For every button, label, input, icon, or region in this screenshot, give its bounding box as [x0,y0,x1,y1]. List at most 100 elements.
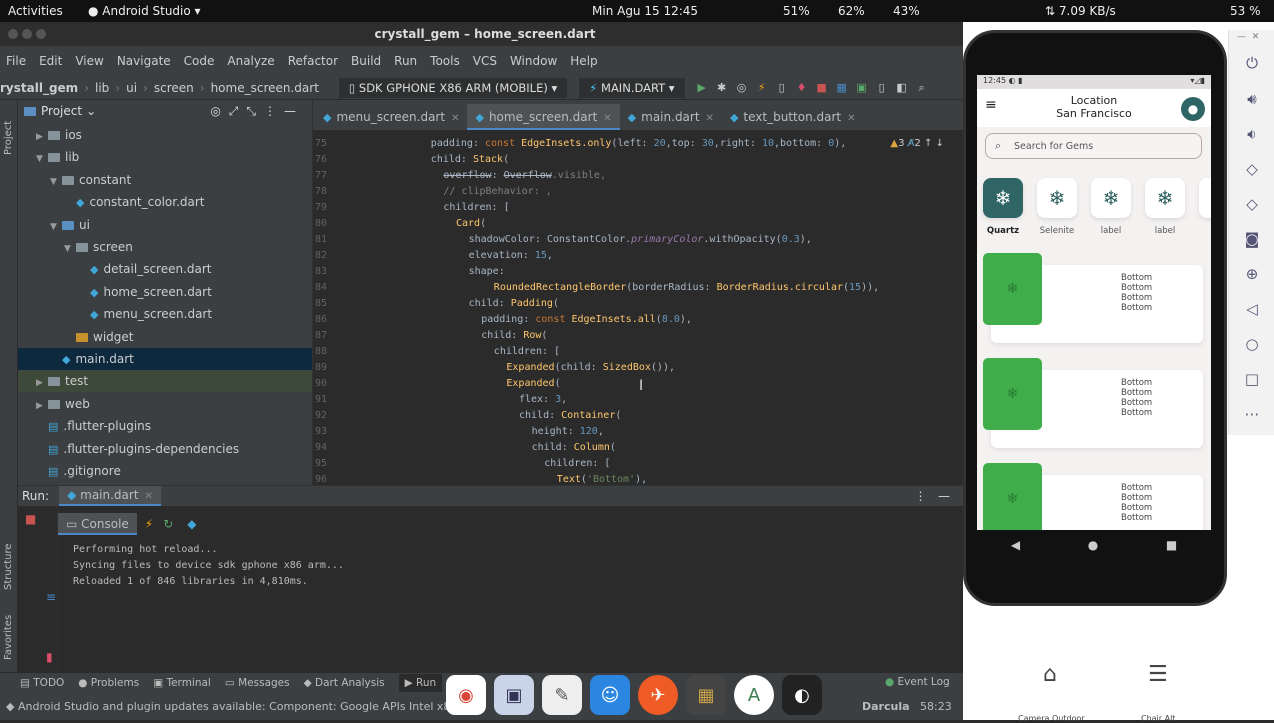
run-config-tab[interactable]: ◆ main.dart ✕ [59,486,161,506]
tree-item[interactable]: ◆ constant_color.dart [18,191,312,213]
tree-item[interactable]: ▶ test [18,370,312,394]
chevron-down-icon[interactable]: ▼ [64,238,76,260]
tree-item[interactable]: ◆ menu_screen.dart [18,303,312,325]
search-input[interactable]: ⌕ Search for Gems [985,133,1202,159]
theme-indicator[interactable]: Darcula [862,700,910,713]
tree-item[interactable]: ▼ lib [18,146,312,168]
emulator-window-controls[interactable]: — ✕ [1237,32,1259,42]
menu-file[interactable]: File [6,54,26,68]
battery-indicator[interactable]: 53 % [1230,4,1261,18]
tool-tab-run[interactable]: ▶ Run [398,674,443,692]
structure-tool-tab[interactable]: Structure [3,543,14,590]
run-panel-actions[interactable]: ⋮ — [915,489,950,503]
devtools-icon[interactable]: ◆ [187,517,196,531]
tree-item[interactable]: ◆ detail_screen.dart [18,258,312,280]
project-tool-tab[interactable]: Project [3,121,14,155]
back-icon[interactable]: ◁ [1229,300,1274,318]
recents-icon[interactable]: ■ [1166,538,1177,552]
volume-down-icon[interactable]: 🔉︎ [1229,125,1274,143]
menu-window[interactable]: Window [510,54,557,68]
activities-button[interactable]: Activities [8,4,63,18]
hot-reload-icon[interactable]: ⚡ [755,81,769,94]
tool-tab-terminal[interactable]: ▣ Terminal [153,677,211,689]
panel-actions[interactable]: ◎⤢⤡⋮— [210,104,304,119]
chevron-down-icon[interactable]: ▼ [50,171,62,193]
tree-item[interactable]: widget [18,326,312,348]
text-editor-icon[interactable]: ✎ [542,675,582,715]
device-manager-icon[interactable]: ▯ [875,81,889,94]
menu-icon[interactable]: ≡ [985,98,997,112]
avatar[interactable]: ● [1181,97,1205,121]
workspaces-icon[interactable]: ▦ [686,675,726,715]
gem-card[interactable]: ❄ Bottom Bottom Bottom Bottom [983,463,1203,530]
home-icon[interactable]: ○ [1229,335,1274,353]
category-button[interactable]: ❄ [983,178,1023,218]
search-icon[interactable]: ⌕ [915,81,929,95]
caret-position[interactable]: 58:23 [920,700,952,713]
menu-tools[interactable]: Tools [430,54,460,68]
device-selector[interactable]: ▯ SDK GPHONE X86 ARM (MOBILE) ▾ [338,77,568,98]
tree-item[interactable]: ◆ home_screen.dart [18,281,312,303]
breadcrumb-item[interactable]: rystall_gem [0,81,78,95]
tree-item[interactable]: ▼ screen [18,236,312,258]
hot-reload-icon[interactable]: ⚡ [145,517,153,531]
breadcrumb-item[interactable]: ui [126,81,137,95]
breadcrumb-item[interactable]: home_screen.dart [211,81,319,95]
hot-restart-icon[interactable]: ↻ [163,517,173,531]
menu-refactor[interactable]: Refactor [288,54,338,68]
terminal-icon[interactable]: ▣ [855,81,869,94]
event-log-button[interactable]: ● Event Log [885,676,950,688]
layout-icon[interactable]: ▦ [835,81,849,94]
hot-restart-icon[interactable]: ▯ [775,81,789,94]
category-button[interactable] [1199,178,1211,218]
run-config-selector[interactable]: ⚡ MAIN.DART ▾ [579,77,685,98]
tree-item[interactable]: ▶ web [18,393,312,415]
breadcrumb-item[interactable]: lib [95,81,109,95]
run-icon[interactable]: ▶ [695,81,709,94]
tool-tab-todo[interactable]: ▤ TODO [20,677,64,689]
close-window-button[interactable] [8,29,18,39]
category-button[interactable]: ❄ [1037,178,1077,218]
chrome-icon[interactable]: ◉ [446,675,486,715]
chevron-right-icon[interactable]: ▶ [36,372,48,394]
tree-item[interactable]: ▤ .flutter-plugins [18,415,312,437]
attach-icon[interactable]: ♦ [795,81,809,94]
maximize-window-button[interactable] [36,29,46,39]
menu-code[interactable]: Code [184,54,215,68]
menu-view[interactable]: View [75,54,103,68]
menu-vcs[interactable]: VCS [473,54,497,68]
app-menu[interactable]: ● Android Studio ▾ [88,4,201,18]
category-button[interactable]: ❄ [1091,178,1131,218]
rotate-right-icon[interactable]: ◇ [1229,195,1274,213]
close-tab-icon[interactable]: ✕ [706,113,714,124]
zoom-icon[interactable]: ⊕ [1229,265,1274,283]
profile-icon[interactable]: ◎ [735,81,749,94]
tree-item[interactable]: ▼ ui [18,214,312,236]
close-tab-icon[interactable]: ✕ [451,113,459,124]
menu-build[interactable]: Build [351,54,381,68]
status-message[interactable]: Android Studio and plugin updates availa… [18,700,471,713]
stop-icon[interactable]: ■ [815,81,829,94]
obs-icon[interactable]: ◐ [782,675,822,715]
tool-tab-messages[interactable]: ▭ Messages [225,677,290,689]
camera-icon[interactable]: ◙ [1229,230,1274,248]
power-icon[interactable]: ⏻ [1229,54,1274,72]
favorites-tool-tab[interactable]: Favorites [3,615,14,660]
menu-run[interactable]: Run [394,54,417,68]
tree-item[interactable]: ▶ ios [18,124,312,146]
volume-up-icon[interactable]: 🔊︎ [1229,90,1274,108]
menu-edit[interactable]: Edit [39,54,62,68]
console-tab[interactable]: ▭ Console [58,513,137,535]
menu-help[interactable]: Help [570,54,597,68]
category-button[interactable]: ❄ [1145,178,1185,218]
clock[interactable]: Min Agu 15 12:45 [592,4,698,18]
menu-analyze[interactable]: Analyze [227,54,274,68]
android-studio-icon[interactable]: A [734,675,774,715]
breadcrumb-item[interactable]: screen [154,81,194,95]
home-icon[interactable]: ● [1088,538,1098,552]
menu-navigate[interactable]: Navigate [117,54,171,68]
stop-icon[interactable]: ■ [25,512,36,526]
more-icon[interactable]: ⋯ [1229,405,1274,423]
tool-tab-dart-analysis[interactable]: ◆ Dart Analysis [304,677,385,689]
scroll-icon[interactable]: ≡ [46,590,56,604]
